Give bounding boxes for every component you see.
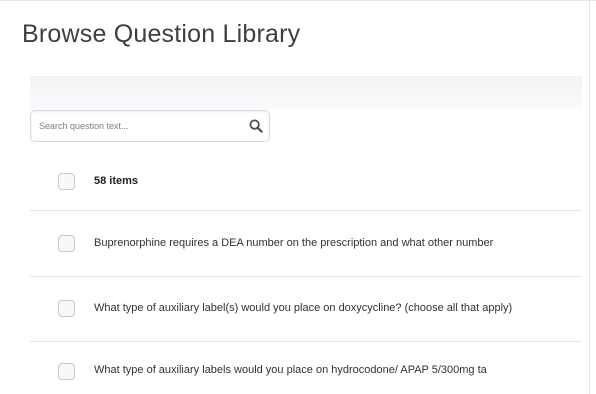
search-box [30, 110, 270, 142]
question-text: What type of auxiliary labels would you … [94, 364, 487, 376]
right-divider [589, 0, 590, 394]
toolbar-band [30, 76, 582, 109]
question-checkbox[interactable] [58, 363, 75, 380]
top-divider [0, 0, 596, 1]
search-input[interactable] [39, 111, 239, 141]
item-count: 58 items [94, 175, 139, 187]
search-icon[interactable] [249, 119, 263, 133]
page-title: Browse Question Library [22, 20, 301, 48]
select-all-checkbox[interactable] [58, 173, 75, 190]
question-row[interactable]: What type of auxiliary labels would you … [30, 342, 582, 394]
question-row[interactable]: Buprenorphine requires a DEA number on t… [30, 211, 582, 277]
question-library-page: Browse Question Library 58 items Bupreno… [0, 0, 596, 394]
question-text: What type of auxiliary label(s) would yo… [94, 302, 513, 314]
question-row[interactable]: What type of auxiliary label(s) would yo… [30, 277, 582, 342]
question-checkbox[interactable] [58, 235, 75, 252]
question-text: Buprenorphine requires a DEA number on t… [94, 237, 494, 249]
select-all-row: 58 items [30, 156, 582, 211]
question-checkbox[interactable] [58, 300, 75, 317]
